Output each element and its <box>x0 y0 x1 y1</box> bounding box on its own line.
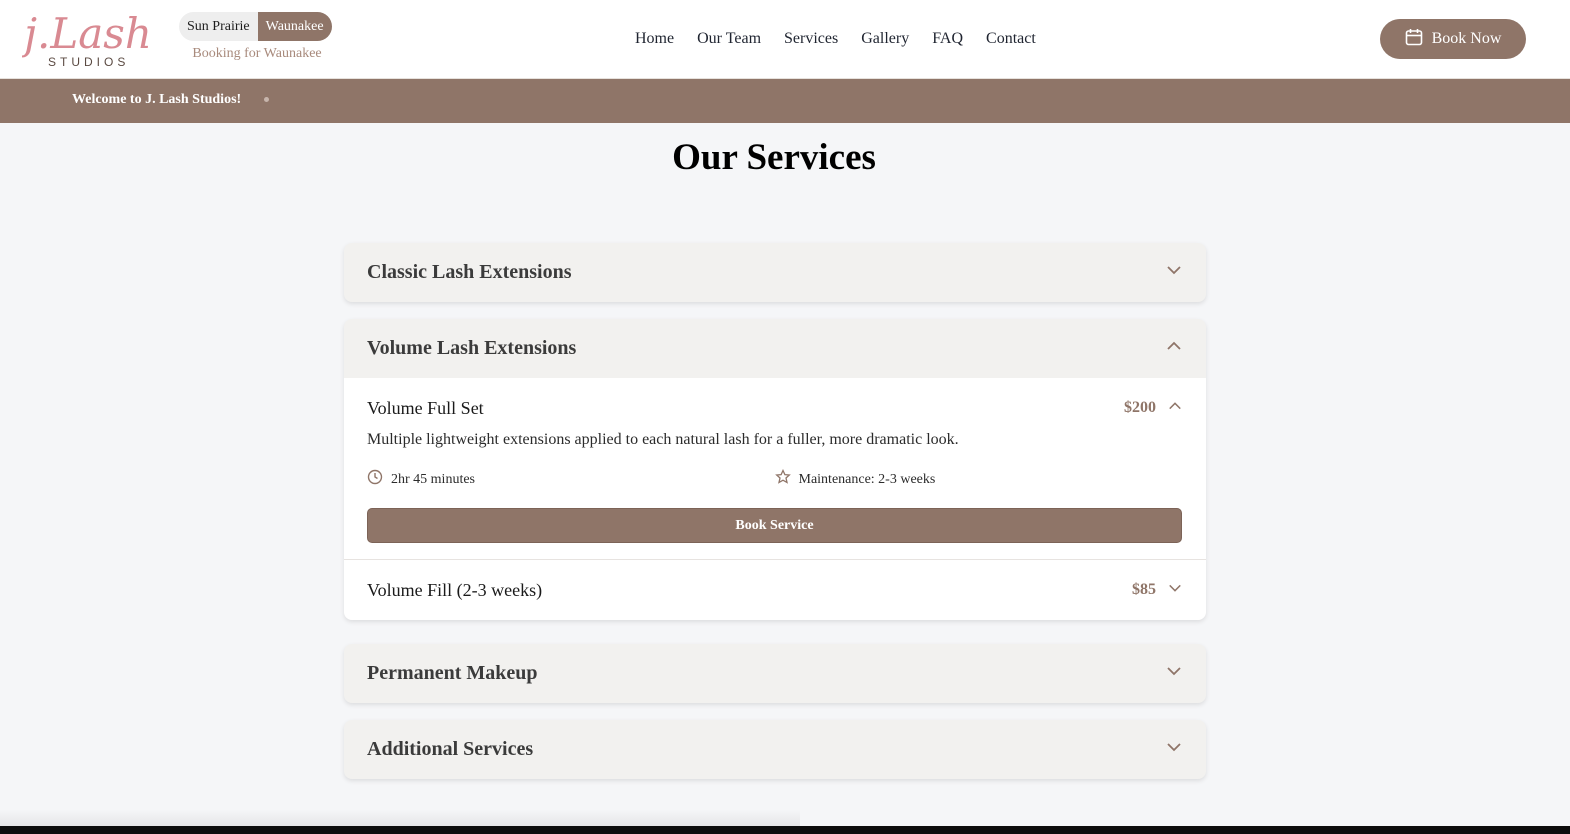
page-title: Our Services <box>672 137 876 178</box>
banner-text: Welcome to J. Lash Studios! <box>72 92 242 107</box>
service-description: Multiple lightweight extensions applied … <box>367 431 959 448</box>
category-title: Classic Lash Extensions <box>367 261 572 283</box>
nav-gallery[interactable]: Gallery <box>861 29 909 49</box>
category-header[interactable]: Volume Lash Extensions <box>344 319 1206 378</box>
service-price: $200 <box>1124 399 1156 416</box>
category-header[interactable]: Classic Lash Extensions <box>344 243 1206 302</box>
category-title: Permanent Makeup <box>367 662 538 684</box>
star-icon <box>774 468 791 490</box>
welcome-banner: Welcome to J. Lash Studios! <box>0 79 1570 123</box>
nav-home[interactable]: Home <box>635 29 674 49</box>
service-duration: 2hr 45 minutes <box>367 469 775 490</box>
footer-edge <box>0 826 1570 834</box>
svg-text:j.Lash: j.Lash <box>22 9 150 58</box>
category-title: Additional Services <box>367 738 534 760</box>
chevron-down-icon <box>1166 262 1182 283</box>
brand-logo[interactable]: j.Lash STUDIOS <box>22 6 150 72</box>
chevron-up-icon <box>1166 338 1182 359</box>
clock-icon <box>367 469 383 490</box>
category-additional-services: Additional Services <box>344 720 1206 779</box>
nav-faq[interactable]: FAQ <box>932 29 963 49</box>
book-now-button[interactable]: Book Now <box>1380 19 1526 59</box>
service-name: Volume Fill (2-3 weeks) <box>367 579 543 600</box>
service-meta: 2hr 45 minutes Maintenance: 2-3 weeks <box>367 468 1183 490</box>
duration-text: 2hr 45 minutes <box>391 471 475 487</box>
service-row-volume-fill[interactable]: Volume Fill (2-3 weeks) $85 <box>344 560 1206 620</box>
booking-location-note: Booking for Waunakee <box>192 46 322 61</box>
category-header[interactable]: Permanent Makeup <box>344 644 1206 703</box>
location-toggle: Sun Prairie Waunakee <box>179 12 332 41</box>
category-body: Volume Full Set $200 Multiple lightweigh… <box>344 378 1206 620</box>
service-maintenance: Maintenance: 2-3 weeks <box>774 468 1183 490</box>
category-title: Volume Lash Extensions <box>367 337 577 359</box>
banner-separator-dot <box>264 97 269 102</box>
site-header: j.Lash STUDIOS Sun Prairie Waunakee Book… <box>0 0 1570 79</box>
chevron-up-icon <box>1168 399 1182 418</box>
location-option-waunakee[interactable]: Waunakee <box>257 12 332 41</box>
svg-text:STUDIOS: STUDIOS <box>48 55 129 69</box>
nav-our-team[interactable]: Our Team <box>697 29 761 49</box>
main-nav: Home Our Team Services Gallery FAQ Conta… <box>635 29 1059 49</box>
service-details: Multiple lightweight extensions applied … <box>344 431 1206 559</box>
maintenance-text: Maintenance: 2-3 weeks <box>798 471 936 487</box>
calendar-icon <box>1405 28 1423 51</box>
category-volume-lash-extensions: Volume Lash Extensions Volume Full Set $… <box>344 319 1206 620</box>
book-service-button[interactable]: Book Service <box>367 508 1182 543</box>
nav-contact[interactable]: Contact <box>986 29 1036 49</box>
service-name: Volume Full Set <box>367 397 484 418</box>
category-classic-lash-extensions: Classic Lash Extensions <box>344 243 1206 302</box>
chevron-down-icon <box>1166 739 1182 760</box>
book-now-label: Book Now <box>1431 30 1502 47</box>
chevron-down-icon <box>1168 581 1182 600</box>
footer-shadow <box>0 810 800 826</box>
location-option-sun-prairie[interactable]: Sun Prairie <box>179 12 258 41</box>
nav-services[interactable]: Services <box>784 29 838 49</box>
category-permanent-makeup: Permanent Makeup <box>344 644 1206 703</box>
category-header[interactable]: Additional Services <box>344 720 1206 779</box>
chevron-down-icon <box>1166 663 1182 684</box>
service-price: $85 <box>1132 581 1156 598</box>
service-row-volume-full-set[interactable]: Volume Full Set $200 <box>344 378 1206 438</box>
